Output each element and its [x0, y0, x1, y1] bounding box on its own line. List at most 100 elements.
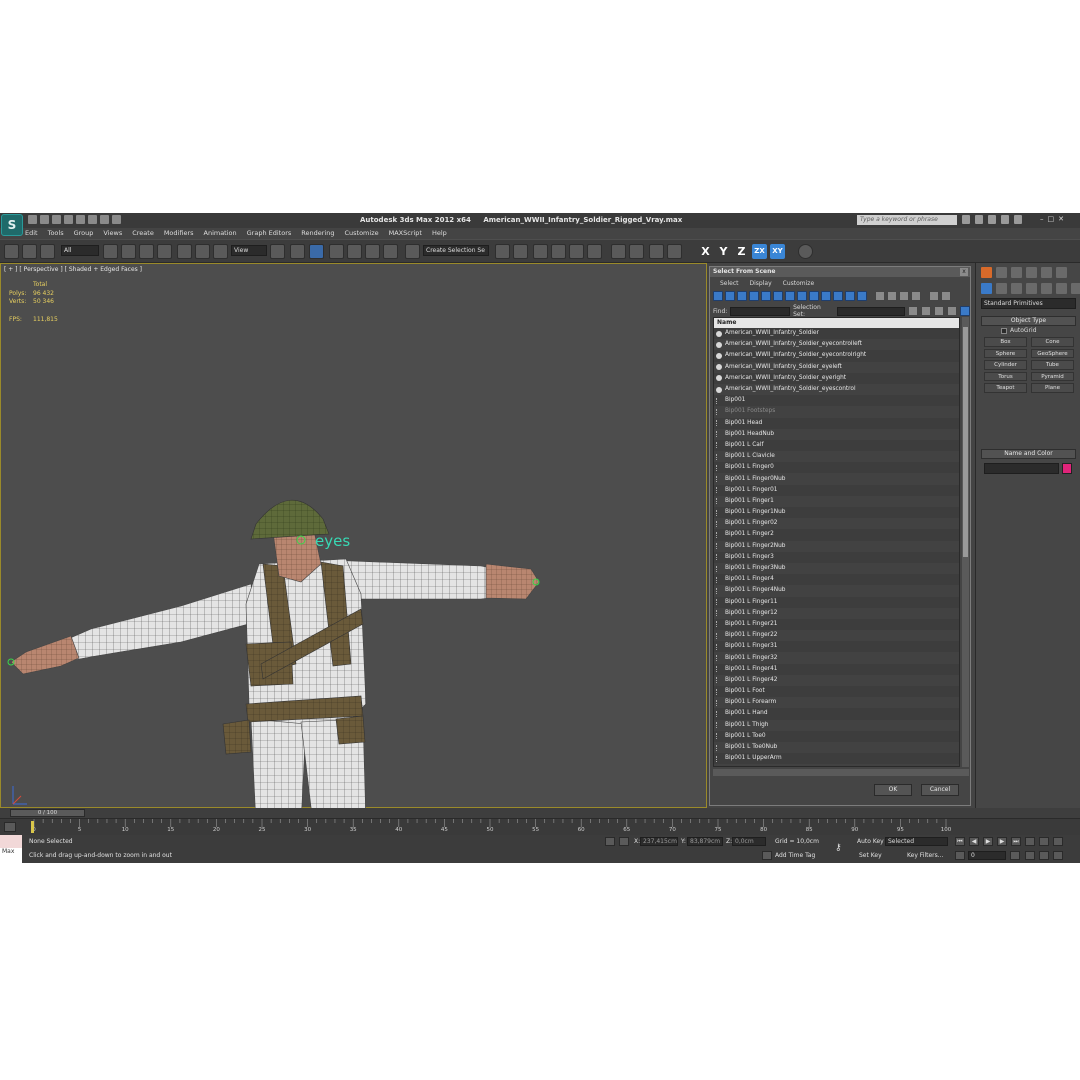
teapot-button[interactable]: Teapot	[984, 383, 1027, 393]
scene-object-row[interactable]: American_WWII_Infantry_Soldier_eyeright	[714, 373, 959, 384]
utilities-tab-icon[interactable]	[1056, 267, 1067, 278]
help-search-input[interactable]: Type a keyword or phrase	[857, 215, 957, 225]
key-mode-toggle-icon[interactable]	[955, 851, 965, 860]
scene-object-row[interactable]: Bip001 L Toe0	[714, 731, 959, 742]
cylinder-button[interactable]: Cylinder	[984, 360, 1027, 370]
create-tab-icon[interactable]	[981, 267, 992, 278]
motion-tab-icon[interactable]	[1026, 267, 1037, 278]
select-children-icon[interactable]	[947, 306, 958, 316]
field-of-view-icon[interactable]	[1025, 851, 1035, 860]
axis-zx-button[interactable]: ZX	[752, 244, 767, 259]
menu-customize[interactable]: Customize	[344, 228, 378, 239]
y-coord-field[interactable]: 83,879cm	[687, 837, 723, 846]
axis-z-button[interactable]: Z	[734, 244, 749, 259]
next-frame-icon[interactable]: ▶	[997, 837, 1007, 846]
scene-object-row[interactable]: Bip001	[714, 395, 959, 406]
menu-maxscript[interactable]: MAXScript	[389, 228, 422, 239]
display-shapes-icon[interactable]	[725, 291, 735, 301]
scene-object-row[interactable]: Bip001 L Foot	[714, 686, 959, 697]
undo-icon[interactable]	[64, 215, 73, 224]
select-manipulate-icon[interactable]	[290, 244, 305, 259]
list-scroll-thumb[interactable]	[963, 327, 968, 557]
x-coord-field[interactable]: 237,415cm	[640, 837, 678, 846]
scene-object-row[interactable]: Bip001 L Finger02	[714, 518, 959, 530]
viewport-label[interactable]: [ + ] [ Perspective ] [ Shaded + Edged F…	[4, 266, 142, 273]
project-folder-icon[interactable]	[112, 215, 121, 224]
save-file-icon[interactable]	[52, 215, 61, 224]
window-crossing-icon[interactable]	[157, 244, 172, 259]
scene-object-row[interactable]: American_WWII_Infantry_Soldier	[714, 328, 959, 339]
object-color-swatch[interactable]	[1062, 463, 1072, 474]
systems-category-icon[interactable]	[1071, 283, 1080, 294]
curve-editor-icon[interactable]	[569, 244, 584, 259]
tube-button[interactable]: Tube	[1031, 360, 1074, 370]
scene-object-row[interactable]: Bip001 L Finger41	[714, 664, 959, 675]
go-to-end-icon[interactable]: ⏭	[1011, 837, 1021, 846]
scene-object-row[interactable]: Bip001 Footsteps	[714, 406, 959, 418]
selection-filter-dropdown[interactable]: All	[61, 245, 99, 256]
maxscript-listener[interactable]: Max	[0, 835, 22, 863]
menu-tools[interactable]: Tools	[48, 228, 64, 239]
space-warps-category-icon[interactable]	[1056, 283, 1067, 294]
orbit-icon[interactable]	[1053, 851, 1063, 860]
dialog-menu-display[interactable]: Display	[750, 277, 772, 290]
pyramid-button[interactable]: Pyramid	[1031, 371, 1074, 381]
keyboard-shortcut-override-icon[interactable]	[309, 244, 324, 259]
geometry-category-icon[interactable]	[981, 283, 992, 294]
display-lights-icon[interactable]	[737, 291, 747, 301]
named-selection-dropdown[interactable]: Create Selection Se	[423, 245, 489, 256]
display-none-icon[interactable]	[875, 291, 885, 301]
filter-icon[interactable]	[929, 291, 939, 301]
find-input[interactable]	[730, 306, 791, 316]
torus-button[interactable]: Torus	[984, 371, 1027, 381]
play-icon[interactable]: ▶	[983, 837, 993, 846]
align-icon[interactable]	[513, 244, 528, 259]
plane-button[interactable]: Plane	[1031, 383, 1074, 393]
new-file-icon[interactable]	[28, 215, 37, 224]
display-tab-icon[interactable]	[1041, 267, 1052, 278]
find-wildcard-icon[interactable]	[921, 306, 932, 316]
auto-key-button[interactable]: Auto Key	[857, 838, 884, 845]
snaps-toggle-icon[interactable]	[329, 244, 344, 259]
select-object-icon[interactable]	[103, 244, 118, 259]
rectangular-selection-icon[interactable]	[139, 244, 154, 259]
graphite-modeling-icon[interactable]	[551, 244, 566, 259]
display-groups-icon[interactable]	[785, 291, 795, 301]
angle-snap-icon[interactable]	[347, 244, 362, 259]
key-icon[interactable]: ⚷	[835, 843, 849, 853]
scene-object-row[interactable]: Bip001 L Finger1	[714, 495, 959, 507]
hierarchy-tab-icon[interactable]	[1011, 267, 1022, 278]
scene-object-row[interactable]: American_WWII_Infantry_Soldier_eyeleft	[714, 361, 959, 373]
time-configuration-icon[interactable]	[1010, 851, 1020, 860]
favorites-icon[interactable]	[1001, 215, 1009, 224]
shapes-category-icon[interactable]	[996, 283, 1007, 294]
previous-frame-icon[interactable]: ◀	[969, 837, 979, 846]
select-by-name-icon[interactable]	[121, 244, 136, 259]
dialog-menu-select[interactable]: Select	[720, 277, 739, 290]
scene-object-row[interactable]: Bip001 L Finger42	[714, 674, 959, 686]
menu-help[interactable]: Help	[432, 228, 447, 239]
object-name-field[interactable]	[984, 463, 1059, 474]
sort-icon[interactable]	[941, 291, 951, 301]
display-cameras-icon[interactable]	[749, 291, 759, 301]
modify-tab-icon[interactable]	[996, 267, 1007, 278]
invert-display-icon[interactable]	[887, 291, 897, 301]
display-xrefs-icon[interactable]	[797, 291, 807, 301]
select-none-icon[interactable]	[911, 291, 921, 301]
scene-object-row[interactable]: Bip001 L Finger2	[714, 529, 959, 540]
zoom-extents-icon[interactable]	[1053, 837, 1063, 846]
scene-object-row[interactable]: American_WWII_Infantry_Soldier_eyecontro…	[714, 350, 959, 361]
menu-group[interactable]: Group	[74, 228, 94, 239]
dialog-menu-customize[interactable]: Customize	[783, 277, 815, 290]
edit-named-selection-icon[interactable]	[405, 244, 420, 259]
add-time-tag[interactable]: Add Time Tag	[775, 852, 815, 859]
scene-object-row[interactable]: Bip001 L Finger1Nub	[714, 507, 959, 518]
maxscript-mini-listener[interactable]	[0, 835, 22, 848]
scene-object-row[interactable]: Bip001 L Finger32	[714, 652, 959, 664]
select-dependents-icon[interactable]	[934, 306, 945, 316]
helpers-category-icon[interactable]	[1041, 283, 1052, 294]
key-filters-button[interactable]: Key Filters...	[907, 852, 944, 859]
axis-x-button[interactable]: X	[698, 244, 713, 259]
ok-button[interactable]: OK	[874, 784, 912, 796]
dialog-close-button[interactable]: x	[960, 268, 968, 276]
